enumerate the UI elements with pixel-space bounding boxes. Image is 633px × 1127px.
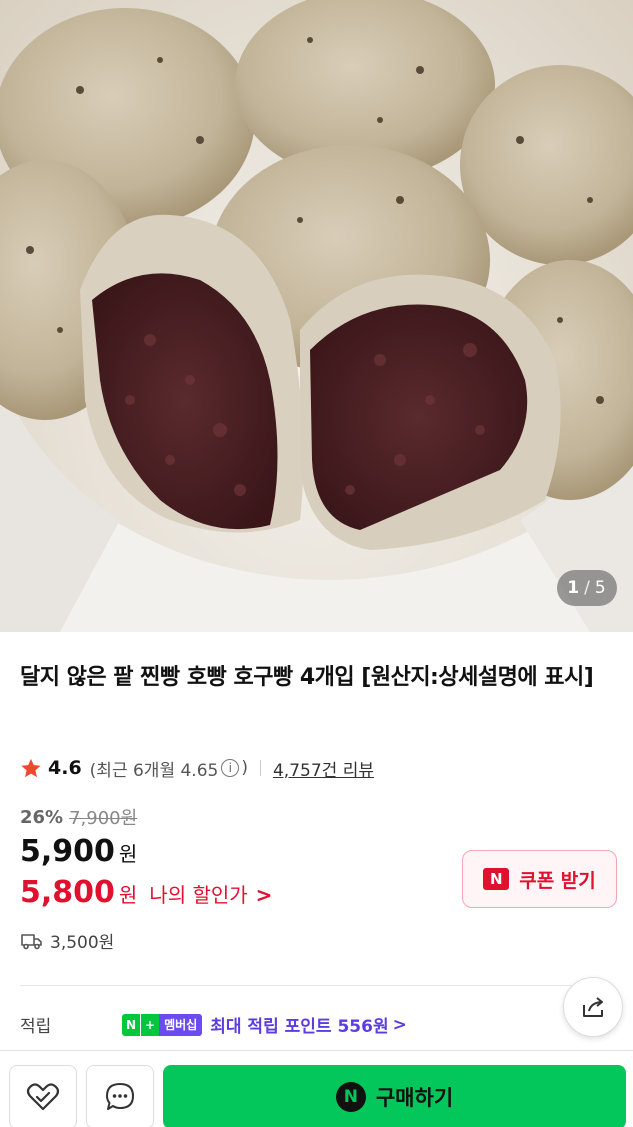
- sale-price: 5,900 원: [20, 834, 137, 869]
- points-label: 적립: [20, 1017, 52, 1037]
- coupon-label: 쿠폰 받기: [519, 869, 596, 892]
- my-price-value: 5,800: [20, 875, 115, 910]
- my-price-unit: 원: [118, 883, 138, 907]
- nplus-plus: +: [140, 1013, 160, 1036]
- nplus-membership-badge: N + 멤버십: [122, 1013, 203, 1036]
- buy-label: 구매하기: [375, 1086, 454, 1110]
- recent-rating-close: ): [241, 758, 248, 778]
- chevron-right-icon: >: [255, 883, 273, 907]
- rating-row: 4.6 (최근 6개월 4.65 i ) 4,757건 리뷰: [20, 754, 374, 782]
- bottom-action-bar: N 구매하기: [0, 1050, 633, 1127]
- product-photo: [0, 0, 633, 632]
- buy-button[interactable]: N 구매하기: [163, 1065, 626, 1127]
- pager-total: 5: [594, 578, 607, 598]
- nplus-n: N: [122, 1013, 141, 1036]
- rating-score: 4.6: [48, 757, 82, 779]
- chat-button[interactable]: [86, 1065, 154, 1127]
- review-count-link[interactable]: 4,757건 리뷰: [273, 756, 374, 781]
- recent-rating-text: (최근 6개월 4.65: [89, 760, 219, 781]
- info-icon[interactable]: i: [221, 759, 240, 777]
- divider: [259, 760, 261, 776]
- naver-n-icon: N: [335, 1082, 366, 1112]
- wishlist-button[interactable]: [9, 1065, 77, 1127]
- product-image-carousel[interactable]: 1 / 5: [0, 0, 633, 632]
- discount-row: 26% 7,900원: [20, 804, 137, 830]
- nplus-membership: 멤버십: [159, 1013, 203, 1036]
- pager-separator: /: [584, 578, 591, 598]
- product-page: 1 / 5 달지 않은 팥 찐빵 호빵 호구빵 4개입 [원산지:상세설명에 표…: [0, 0, 633, 1127]
- product-title: 달지 않은 팥 찐빵 호빵 호구빵 4개입 [원산지:상세설명에 표시]: [20, 665, 594, 690]
- image-pager: 1 / 5: [557, 570, 617, 606]
- section-divider: [20, 985, 613, 986]
- share-button[interactable]: [563, 977, 623, 1037]
- recent-rating: (최근 6개월 4.65 i ): [90, 756, 248, 781]
- star-icon: [21, 758, 41, 778]
- pager-current: 1: [567, 578, 581, 598]
- original-price: 7,900원: [69, 808, 138, 829]
- naver-n-icon: N: [483, 868, 510, 890]
- share-icon: [583, 997, 603, 1017]
- coupon-button[interactable]: N 쿠폰 받기: [462, 850, 617, 908]
- chat-icon: [106, 1083, 134, 1110]
- price-unit: 원: [118, 842, 138, 866]
- discount-rate: 26%: [20, 806, 64, 828]
- delivery-fee-row: 3,500원: [20, 928, 114, 953]
- chevron-right-icon: >: [392, 1014, 407, 1035]
- max-points-text: 최대 적립 포인트 556원: [210, 1017, 389, 1037]
- my-discount-price[interactable]: 5,800 원 나의 할인가 >: [20, 875, 272, 910]
- truck-icon: [21, 933, 42, 949]
- points-row[interactable]: 적립 N + 멤버십 최대 적립 포인트 556원 >: [20, 1012, 560, 1037]
- my-price-label: 나의 할인가: [149, 883, 248, 907]
- delivery-fee: 3,500원: [50, 933, 115, 953]
- heart-check-icon: [26, 1083, 60, 1111]
- price-value: 5,900: [20, 834, 115, 869]
